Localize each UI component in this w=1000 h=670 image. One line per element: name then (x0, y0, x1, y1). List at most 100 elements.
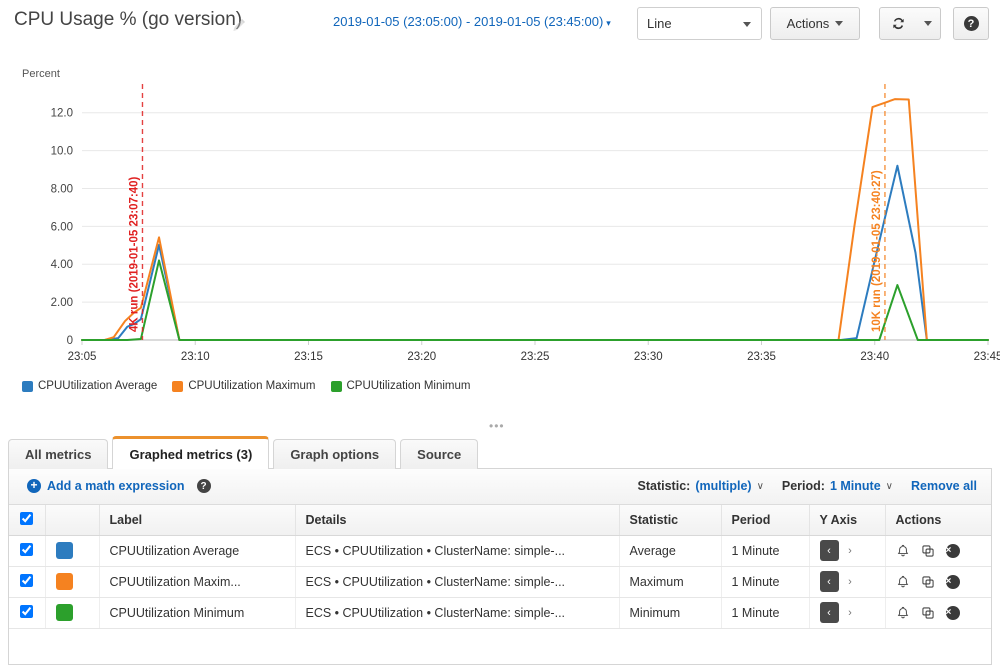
row-checkbox[interactable] (20, 542, 34, 556)
row-color-cell[interactable] (45, 535, 100, 567)
series-color-swatch[interactable] (55, 542, 73, 559)
graphed-metrics-table: Label Details Statistic Period Y Axis Ac… (9, 505, 991, 629)
table-row[interactable]: CPUUtilization Minimum ECS • CPUUtilizat… (9, 597, 991, 629)
y-axis-right-button[interactable]: › (841, 540, 860, 561)
row-label[interactable]: CPUUtilization Maxim... (99, 566, 296, 598)
tab-label: Graphed metrics (3) (129, 446, 253, 462)
tab-source[interactable]: Source (400, 439, 479, 469)
duplicate-icon[interactable] (921, 544, 935, 558)
chart-plot-area[interactable]: 0 2.00 4.00 6.00 8.00 10.0 12.0 23:05 23:10 23:15… (0, 78, 1000, 378)
legend-item-minimum[interactable]: CPUUtilization Minimum (330, 380, 471, 392)
svg-text:23:05: 23:05 (68, 351, 97, 363)
row-select-cell[interactable] (9, 597, 46, 629)
svg-text:23:45: 23:45 (974, 351, 1000, 363)
row-color-cell[interactable] (45, 597, 100, 629)
actions-button[interactable]: Actions (770, 7, 860, 40)
y-axis-toggle: ‹ › (819, 571, 875, 592)
statistic-control[interactable]: Statistic: (multiple) ∨ (638, 479, 764, 493)
page-title: CPU Usage % (go version) (14, 9, 243, 30)
chevron-down-icon: ∨ (885, 480, 893, 492)
header-label[interactable]: Label (99, 505, 296, 536)
alarm-bell-icon[interactable] (896, 575, 910, 589)
help-button[interactable]: ? (953, 7, 989, 40)
svg-text:0: 0 (67, 335, 73, 347)
y-axis-right-button[interactable]: › (841, 602, 860, 623)
tab-label: All metrics (25, 447, 92, 462)
chevron-down-icon (835, 21, 844, 26)
select-all-checkbox[interactable] (20, 511, 34, 525)
header-period[interactable]: Period (721, 505, 810, 536)
y-axis-toggle: ‹ › (819, 602, 875, 623)
pencil-icon[interactable] (232, 18, 246, 32)
header-y-axis[interactable]: Y Axis (809, 505, 886, 536)
metrics-chart: Percent 0 2.00 4.00 6.00 8.00 10.0 12.0 23:05 23… (0, 48, 1000, 408)
graph-header: CPU Usage % (go version) 2019-01-05 (23:… (0, 0, 1000, 48)
y-axis-right-button[interactable]: › (841, 571, 860, 592)
refresh-icon (892, 17, 904, 30)
y-axis-left-button[interactable]: ‹ (819, 602, 839, 623)
alarm-bell-icon[interactable] (896, 544, 910, 558)
time-range-selector[interactable]: 2019-01-05 (23:05:00) - 2019-01-05 (23:4… (333, 14, 611, 29)
tab-graphed-metrics[interactable]: Graphed metrics (3) (112, 436, 270, 469)
legend-swatch-maximum (172, 380, 184, 392)
y-axis-left-button[interactable]: ‹ (819, 571, 839, 592)
chart-legend: CPUUtilization Average CPUUtilization Ma… (22, 380, 470, 392)
y-axis-toggle: ‹ › (819, 540, 875, 561)
svg-text:23:40: 23:40 (860, 351, 889, 363)
refresh-button[interactable] (879, 7, 917, 40)
remove-all-button[interactable]: Remove all (911, 479, 977, 493)
help-icon[interactable]: ? (196, 479, 211, 493)
statistic-value: (multiple) (695, 479, 752, 493)
svg-text:6.00: 6.00 (51, 221, 73, 233)
svg-text:10K run (2019-01-05 23:40:27): 10K run (2019-01-05 23:40:27) (871, 170, 883, 332)
duplicate-icon[interactable] (921, 606, 935, 620)
legend-item-maximum[interactable]: CPUUtilization Maximum (172, 380, 316, 392)
y-axis-left-button[interactable]: ‹ (819, 540, 839, 561)
cloudwatch-metrics-page: CPU Usage % (go version) 2019-01-05 (23:… (0, 0, 1000, 670)
add-math-expression-button[interactable]: + Add a math expression ? (27, 479, 211, 493)
remove-icon[interactable]: × (945, 543, 960, 558)
tab-all-metrics[interactable]: All metrics (8, 439, 109, 469)
row-select-cell[interactable] (9, 566, 46, 598)
duplicate-icon[interactable] (921, 575, 935, 589)
row-period[interactable]: 1 Minute (721, 535, 810, 567)
row-statistic[interactable]: Maximum (619, 566, 722, 598)
svg-text:4K run (2019-01-05 23:07:40): 4K run (2019-01-05 23:07:40) (128, 177, 140, 332)
graph-type-select[interactable]: Line (637, 7, 762, 40)
svg-text:23:10: 23:10 (181, 351, 210, 363)
row-color-cell[interactable] (45, 566, 100, 598)
table-row[interactable]: CPUUtilization Maxim... ECS • CPUUtiliza… (9, 566, 991, 598)
table-row[interactable]: CPUUtilization Average ECS • CPUUtilizat… (9, 535, 991, 567)
legend-item-average[interactable]: CPUUtilization Average (22, 380, 157, 392)
row-details: ECS • CPUUtilization • ClusterName: simp… (295, 566, 620, 598)
metrics-toolbar: + Add a math expression ? Statistic: (mu… (9, 469, 991, 505)
header-details[interactable]: Details (295, 505, 620, 536)
row-statistic[interactable]: Minimum (619, 597, 722, 629)
row-label[interactable]: CPUUtilization Average (99, 535, 296, 567)
row-period[interactable]: 1 Minute (721, 597, 810, 629)
alarm-bell-icon[interactable] (896, 606, 910, 620)
header-statistic[interactable]: Statistic (619, 505, 722, 536)
refresh-options-button[interactable] (916, 7, 941, 40)
header-actions: Actions (885, 505, 991, 536)
row-label[interactable]: CPUUtilization Minimum (99, 597, 296, 629)
row-statistic[interactable]: Average (619, 535, 722, 567)
series-color-swatch[interactable] (55, 573, 73, 590)
remove-icon[interactable]: × (945, 605, 960, 620)
tab-graph-options[interactable]: Graph options (273, 439, 397, 469)
table-body: CPUUtilization Average ECS • CPUUtilizat… (9, 535, 991, 629)
row-period[interactable]: 1 Minute (721, 566, 810, 598)
row-select-cell[interactable] (9, 535, 46, 567)
period-value: 1 Minute (829, 479, 881, 493)
panel-drag-handle[interactable]: ••• (489, 420, 505, 432)
svg-text:23:15: 23:15 (294, 351, 323, 363)
period-control[interactable]: Period: 1 Minute ∨ (782, 479, 893, 493)
header-select-all[interactable] (9, 505, 46, 536)
plus-icon: + (27, 479, 41, 493)
row-checkbox[interactable] (20, 573, 34, 587)
svg-text:8.00: 8.00 (51, 183, 73, 195)
legend-label-minimum: CPUUtilization Minimum (346, 380, 471, 392)
remove-icon[interactable]: × (945, 574, 960, 589)
row-checkbox[interactable] (20, 604, 34, 618)
series-color-swatch[interactable] (55, 604, 73, 621)
